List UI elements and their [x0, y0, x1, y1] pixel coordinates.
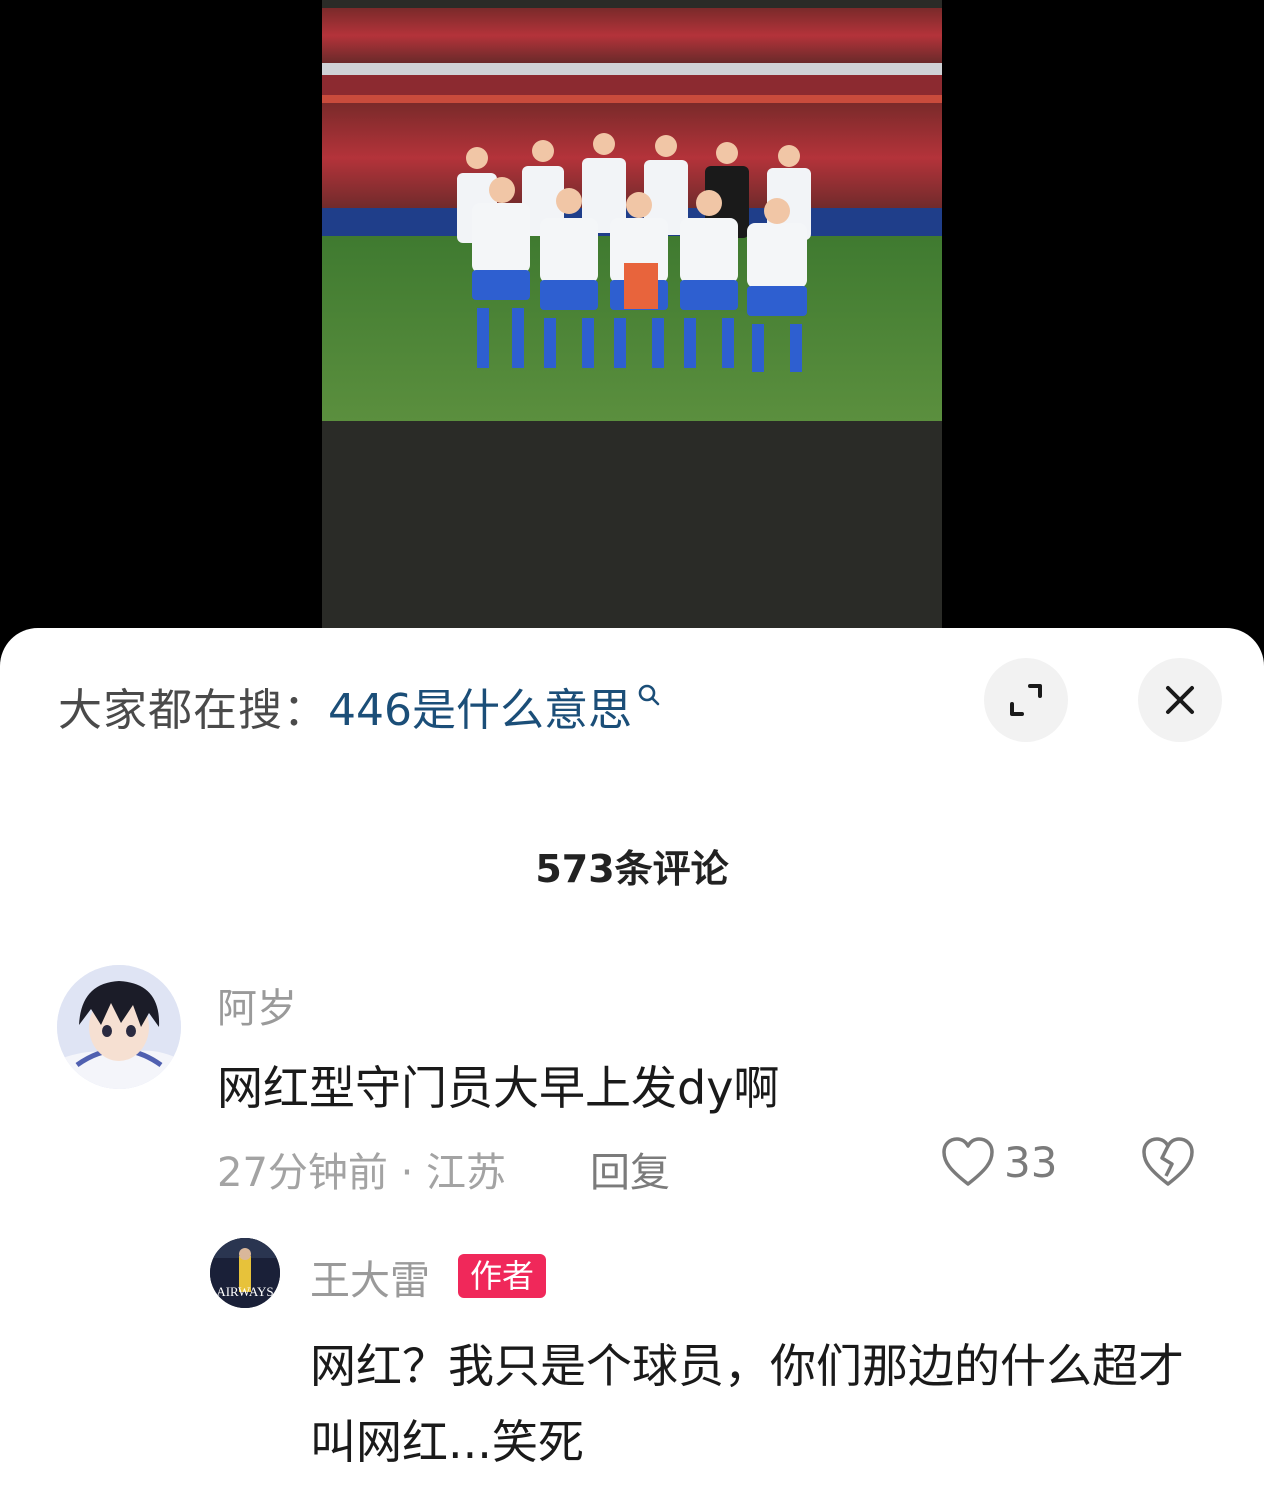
close-button[interactable]	[1138, 658, 1222, 742]
author-avatar[interactable]: AIRWAYS	[210, 1238, 280, 1308]
reply-button[interactable]: 回复	[590, 1140, 670, 1198]
media-frame	[322, 0, 942, 640]
broken-heart-icon	[1142, 1137, 1194, 1186]
heart-icon	[942, 1137, 994, 1186]
comment-username[interactable]: 阿岁	[217, 976, 297, 1034]
author-avatar-image: AIRWAYS	[210, 1238, 280, 1308]
like-count: 33	[1004, 1137, 1058, 1187]
close-icon	[1166, 686, 1194, 714]
team-photo-image	[322, 8, 942, 421]
trending-search-term[interactable]: 446是什么意思	[328, 674, 632, 738]
comment-text: 网红型守门员大早上发dy啊	[217, 1061, 780, 1115]
team-photo[interactable]	[322, 8, 942, 421]
like-button[interactable]: 33	[940, 1136, 1057, 1188]
expand-button[interactable]	[984, 658, 1068, 742]
reply-text: 网红？我只是个球员，你们那边的什么超才叫网红...笑死	[310, 1339, 1184, 1469]
comments-sheet: 大家都在搜： 446是什么意思 573条评论 阿岁 网红型守门员大早上发dy啊 …	[0, 628, 1264, 1487]
search-icon[interactable]	[636, 682, 662, 708]
author-badge: 作者	[458, 1254, 547, 1298]
reply-username[interactable]: 王大雷	[310, 1248, 430, 1306]
avatar[interactable]	[57, 965, 181, 1089]
avatar-logo-text: AIRWAYS	[216, 1284, 273, 1299]
comment-count-title: 573条评论	[535, 847, 729, 891]
trending-search-bar[interactable]: 大家都在搜： 446是什么意思	[58, 658, 1224, 742]
trending-search-prefix: 大家都在搜：	[58, 685, 328, 736]
expand-icon	[1010, 684, 1042, 716]
dislike-button[interactable]	[1140, 1136, 1196, 1192]
comment-meta: 27分钟前 · 江苏	[217, 1150, 507, 1196]
anime-avatar-image	[57, 965, 181, 1089]
